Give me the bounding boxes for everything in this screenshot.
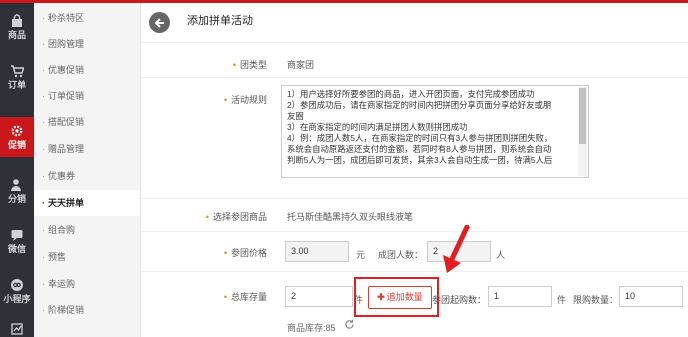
submenu-item[interactable]: 优惠促销 (34, 57, 140, 83)
textarea-scrollbar[interactable] (578, 87, 587, 176)
submenu-item[interactable]: 秒杀特区 (34, 5, 140, 31)
arrow-left-icon (154, 17, 164, 28)
min-purchase-label: 参团起购数： (432, 295, 487, 305)
price-input[interactable]: 3.00 (285, 241, 349, 262)
person-icon (11, 179, 21, 191)
divider (141, 198, 688, 199)
min-purchase-unit: 件 (557, 295, 567, 305)
chart-icon (11, 323, 23, 335)
submenu-item[interactable]: 幸运购 (34, 271, 140, 297)
divider (141, 77, 688, 78)
rules-textarea[interactable]: 1）用户选择好所要参团的商品，进入开团页面，支付完成参团成功 2）参团成功后，请… (281, 85, 589, 178)
selected-product[interactable]: 托马斯佳酷黑持久双头眼线液笔 (287, 210, 413, 223)
message-icon (11, 230, 23, 241)
group-type-value: 商家团 (287, 60, 315, 70)
divider (141, 271, 688, 272)
scrollbar-thumb[interactable] (579, 88, 586, 144)
miniprogram-icon (11, 279, 23, 291)
annotation-arrow-icon (443, 225, 470, 273)
rail-item-products[interactable]: 商品 (0, 7, 34, 47)
rail-item-miniprogram[interactable]: 小程序 (0, 271, 34, 311)
bag-icon (12, 14, 22, 27)
submenu-item-active[interactable]: 天天拼单 (34, 190, 140, 216)
product-label: • 选择参团商品 (205, 212, 267, 222)
page-title: 添加拼单活动 (187, 15, 253, 27)
rules-label: • 活动规则 (223, 95, 267, 105)
submenu-item[interactable]: 组合购 (34, 217, 140, 243)
purchase-limit-input[interactable]: 10 (619, 286, 683, 307)
back-button[interactable] (149, 12, 170, 33)
rail-item-orders[interactable]: 订单 (0, 57, 34, 97)
price-unit: 元 (356, 250, 366, 260)
group-type-label: • 团类型 (232, 60, 267, 70)
stock-label: • 总库存量 (223, 292, 267, 302)
submenu-item[interactable]: 优惠券 (34, 163, 140, 189)
rail-item-distribution[interactable]: 分销 (0, 171, 34, 211)
min-purchase-input[interactable]: 1 (488, 286, 552, 307)
rail-item-promotions[interactable]: 促销 (0, 117, 34, 157)
page-header: 添加拼单活动 (141, 3, 688, 43)
group-size-label: 成团人数： (378, 250, 424, 260)
app-window: 商品 订单 促销 分销 微信 小程序 秒杀特区 团购管理 优惠促销 订单促 (0, 0, 688, 337)
submenu-item[interactable]: 搭配促销 (34, 109, 140, 135)
submenu-item[interactable]: 预售 (34, 244, 140, 270)
rail-item-wechat[interactable]: 微信 (0, 221, 34, 261)
highlight-box (354, 277, 439, 317)
stock-note: 商品库存:85 (287, 323, 336, 333)
stock-input[interactable]: 2 (285, 286, 353, 307)
primary-nav-rail: 商品 订单 促销 分销 微信 小程序 (0, 3, 34, 337)
divider (141, 231, 688, 232)
submenu-item[interactable]: 阶梯促销 (34, 297, 140, 323)
gear-icon (11, 125, 23, 137)
purchase-limit-label: 限购数量： (573, 295, 619, 305)
group-size-unit: 人 (496, 250, 506, 260)
refresh-icon[interactable] (344, 319, 355, 330)
cart-icon (11, 65, 24, 78)
submenu-item[interactable]: 订单促销 (34, 83, 140, 109)
main-content: 添加拼单活动 • 团类型 商家团 • 活动规则 1）用户选择好所要参团的商品，进入开… (141, 3, 688, 337)
rail-item-more[interactable] (0, 309, 34, 337)
promotion-submenu: 秒杀特区 团购管理 优惠促销 订单促销 搭配促销 赠品管理 优惠券 天天拼单 组… (34, 3, 141, 337)
submenu-item[interactable]: 赠品管理 (34, 136, 140, 162)
submenu-item[interactable]: 团购管理 (34, 31, 140, 57)
price-label: • 参团价格 (223, 248, 267, 258)
